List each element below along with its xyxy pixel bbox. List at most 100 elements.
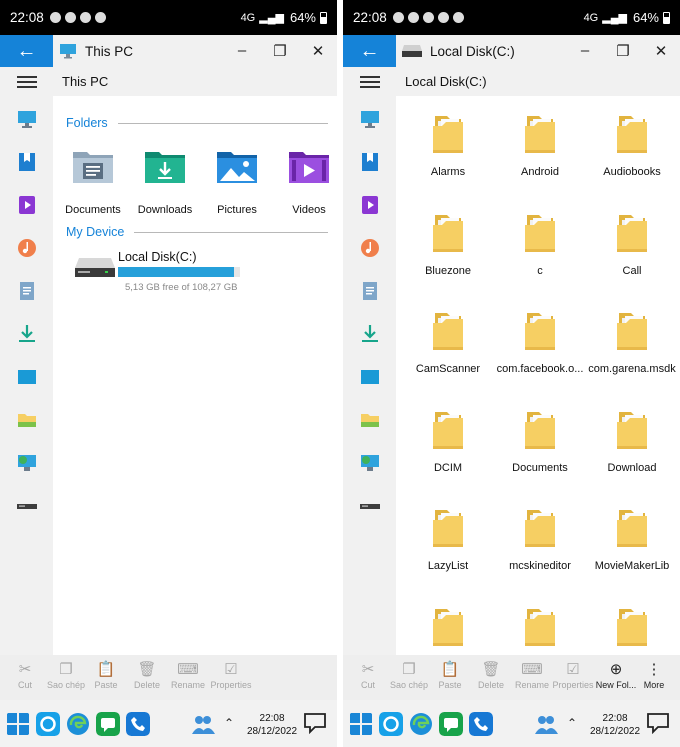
folder-item[interactable]: Alarms xyxy=(402,112,494,178)
folder-name: com.facebook.o... xyxy=(496,363,584,375)
delete-button[interactable]: 🗑 Delete xyxy=(125,658,169,690)
window-title: This PC xyxy=(85,43,134,59)
sidebar-bookmark-icon[interactable] xyxy=(16,151,38,173)
sidebar-this-pc-icon[interactable] xyxy=(16,108,38,130)
messages-app-icon[interactable] xyxy=(96,712,120,736)
sidebar-documents-icon[interactable] xyxy=(16,280,38,302)
properties-button[interactable]: ☑ Properties xyxy=(207,658,255,690)
cortana-icon[interactable] xyxy=(36,712,60,736)
sidebar-network-icon[interactable] xyxy=(359,452,381,474)
sidebar-folder-icon[interactable] xyxy=(16,409,38,431)
folder-item[interactable]: com.facebook.o... xyxy=(494,309,586,375)
phone-app-icon[interactable] xyxy=(469,712,493,736)
local-disk-item[interactable]: Local Disk(C:) 5,13 GB free of 108,27 GB xyxy=(75,248,315,298)
quick-folder-documents[interactable]: Documents xyxy=(58,149,128,216)
main-content: Folders Documents Downloads Pictures Vid… xyxy=(53,96,337,655)
address-path[interactable]: Local Disk(C:) xyxy=(405,74,487,89)
back-button[interactable]: ← xyxy=(343,35,396,67)
quick-folder-downloads[interactable]: Downloads xyxy=(130,149,200,216)
folder-item[interactable]: MovieMakerLib xyxy=(586,506,678,572)
copy-button[interactable]: ❐ Sao chép xyxy=(387,658,431,690)
folder-icon xyxy=(525,608,555,646)
folder-item[interactable]: Call xyxy=(586,211,678,277)
taskbar: ⌃ 22:08 28/12/2022 xyxy=(343,700,680,747)
folder-item[interactable]: LazyList xyxy=(402,506,494,572)
paste-button[interactable]: 📋 Paste xyxy=(84,658,128,690)
sidebar-network-icon[interactable] xyxy=(16,452,38,474)
edge-browser-icon[interactable] xyxy=(66,712,90,736)
folder-item[interactable]: Download xyxy=(586,408,678,474)
edge-browser-icon[interactable] xyxy=(409,712,433,736)
sidebar-desktop-icon[interactable] xyxy=(359,366,381,388)
address-path[interactable]: This PC xyxy=(62,74,108,89)
phone-app-icon[interactable] xyxy=(126,712,150,736)
folder-name: Call xyxy=(622,264,642,277)
sidebar-documents-icon[interactable] xyxy=(359,280,381,302)
restore-button[interactable]: ❐ xyxy=(604,42,642,60)
windows-start-icon[interactable] xyxy=(6,712,30,736)
sidebar-folder-icon[interactable] xyxy=(359,409,381,431)
close-button[interactable]: ✕ xyxy=(299,42,337,60)
sidebar-downloads-icon[interactable] xyxy=(359,323,381,345)
properties-button[interactable]: ☑ Properties xyxy=(549,658,597,690)
quick-folder-videos[interactable]: Videos xyxy=(274,149,337,216)
folder-item[interactable]: CamScanner xyxy=(402,309,494,375)
folder-item[interactable] xyxy=(402,605,494,656)
cut-button[interactable]: ✂ Cut xyxy=(3,658,47,690)
clock-date: 28/12/2022 xyxy=(247,726,298,737)
copy-button[interactable]: ❐ Sao chép xyxy=(44,658,88,690)
back-button[interactable]: ← xyxy=(0,35,53,67)
chevron-up-icon[interactable]: ⌃ xyxy=(224,716,234,730)
folder-icon xyxy=(525,510,555,547)
folder-item[interactable]: com.garena.msdk xyxy=(586,309,678,375)
quick-folder-pictures[interactable]: Pictures xyxy=(202,149,272,216)
windows-start-icon[interactable] xyxy=(349,712,373,736)
delete-button[interactable]: 🗑 Delete xyxy=(469,658,513,690)
folder-item[interactable]: Documents xyxy=(494,408,586,474)
paste-button[interactable]: 📋 Paste xyxy=(428,658,472,690)
minimize-button[interactable]: – xyxy=(566,42,604,60)
folder-item[interactable]: c xyxy=(494,211,586,277)
window-title: Local Disk(C:) xyxy=(430,43,515,59)
rename-button[interactable]: ⌨ Rename xyxy=(510,658,554,690)
folder-item[interactable] xyxy=(586,605,678,656)
folder-item[interactable]: DCIM xyxy=(402,408,494,474)
minimize-button[interactable]: – xyxy=(223,42,261,60)
more-button[interactable]: ⋮ More xyxy=(632,658,676,690)
notification-icon[interactable] xyxy=(303,712,327,734)
people-icon[interactable] xyxy=(190,712,216,736)
menu-button[interactable] xyxy=(0,75,53,88)
sidebar-this-pc-icon[interactable] xyxy=(359,108,381,130)
taskbar: ⌃ 22:08 28/12/2022 xyxy=(0,700,337,747)
sidebar-music-icon[interactable] xyxy=(359,237,381,259)
sidebar-music-icon[interactable] xyxy=(16,237,38,259)
sidebar-drive-icon[interactable] xyxy=(359,495,381,517)
sidebar-desktop-icon[interactable] xyxy=(16,366,38,388)
phone-local-disk: 22:08 4G ▂▄▆ 64% ← Local Disk(C:) – ❐ ✕ … xyxy=(343,0,680,747)
cortana-icon[interactable] xyxy=(379,712,403,736)
taskbar-clock[interactable]: 22:08 28/12/2022 xyxy=(247,712,297,738)
paste-label: Paste xyxy=(438,680,462,690)
folder-icon xyxy=(433,116,463,153)
people-icon[interactable] xyxy=(533,712,559,736)
sidebar-videos-icon[interactable] xyxy=(359,194,381,216)
chevron-up-icon[interactable]: ⌃ xyxy=(567,716,577,730)
notification-icon[interactable] xyxy=(646,712,670,734)
folder-item[interactable] xyxy=(494,605,586,656)
messages-app-icon[interactable] xyxy=(439,712,463,736)
sidebar-videos-icon[interactable] xyxy=(16,194,38,216)
taskbar-clock[interactable]: 22:08 28/12/2022 xyxy=(590,712,640,738)
cut-button[interactable]: ✂ Cut xyxy=(346,658,390,690)
folder-item[interactable]: Android xyxy=(494,112,586,178)
close-button[interactable]: ✕ xyxy=(642,42,680,60)
sidebar-downloads-icon[interactable] xyxy=(16,323,38,345)
folder-icon xyxy=(617,510,647,547)
restore-button[interactable]: ❐ xyxy=(261,42,299,60)
rename-button[interactable]: ⌨ Rename xyxy=(166,658,210,690)
sidebar-drive-icon[interactable] xyxy=(16,495,38,517)
menu-button[interactable] xyxy=(343,75,396,88)
folder-item[interactable]: mcskineditor xyxy=(494,506,586,572)
sidebar-bookmark-icon[interactable] xyxy=(359,151,381,173)
folder-item[interactable]: Audiobooks xyxy=(586,112,678,178)
folder-item[interactable]: Bluezone xyxy=(402,211,494,277)
